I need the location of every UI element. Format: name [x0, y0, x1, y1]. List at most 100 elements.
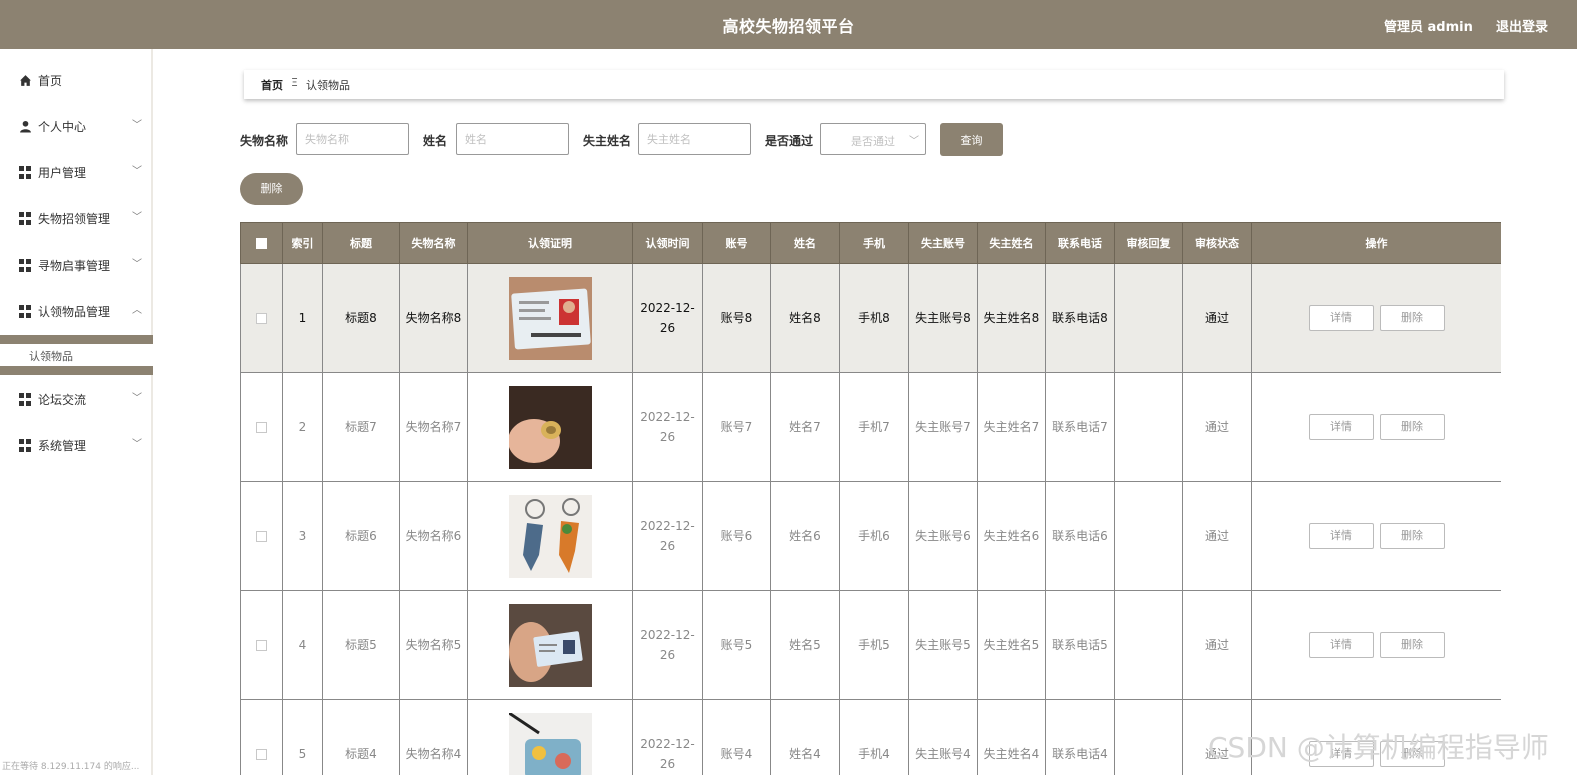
name-input[interactable] — [456, 123, 569, 155]
chevron-down-icon: ﹀ — [132, 166, 142, 177]
batch-delete-button[interactable]: 删除 — [240, 173, 303, 205]
column-header: 认领证明 — [467, 222, 633, 264]
index-cell: 5 — [282, 699, 323, 775]
actions-cell: 详情 删除 — [1251, 590, 1501, 700]
column-header: 操作 — [1251, 222, 1501, 264]
column-header: 联系电话 — [1045, 222, 1115, 264]
sidebar-item-system-management[interactable]: 系统管理 ﹀ — [0, 431, 153, 461]
review-status-cell: 通过 — [1182, 481, 1252, 591]
title-cell: 标题7 — [322, 372, 400, 482]
review-reply-cell — [1114, 699, 1183, 775]
proof-image-cell — [467, 263, 633, 373]
actions-cell: 详情 删除 — [1251, 263, 1501, 373]
claim-time-cell: 2022-12-26 — [632, 372, 703, 482]
sidebar-subitem-claimed-items[interactable]: 认领物品 — [0, 344, 153, 366]
table-row[interactable]: 3 标题6 失物名称6 2022-12-26 账号6 姓名6 手机6 失主账号6 失主姓名6 联系… — [240, 481, 1501, 591]
top-header: 高校失物招领平台 管理员 admin 退出登录 — [0, 0, 1577, 49]
table-row[interactable]: 2 标题7 失物名称7 2022-12-26 账号7 姓名7 手机7 失主账号7 失主姓名7 联系… — [240, 372, 1501, 482]
owner-name-cell: 失主姓名4 — [977, 699, 1046, 775]
row-checkbox[interactable] — [256, 640, 267, 651]
detail-button[interactable]: 详情 — [1308, 305, 1374, 331]
phone-cell: 手机6 — [839, 481, 909, 591]
row-checkbox[interactable] — [256, 531, 267, 542]
row-delete-button[interactable]: 删除 — [1379, 414, 1445, 440]
sidebar-item-lost-found-management[interactable]: 失物招领管理 ﹀ — [0, 204, 153, 234]
title-cell: 标题8 — [322, 263, 400, 373]
grid-icon — [19, 166, 32, 179]
proof-image[interactable] — [508, 603, 592, 687]
proof-image-cell — [467, 372, 633, 482]
column-header: 标题 — [322, 222, 400, 264]
lost-name-label: 失物名称 — [240, 134, 289, 148]
row-delete-button[interactable]: 删除 — [1379, 632, 1445, 658]
proof-image[interactable] — [508, 712, 592, 775]
sidebar-item-user-management[interactable]: 用户管理 ﹀ — [0, 158, 153, 188]
lost-name-cell: 失物名称4 — [399, 699, 468, 775]
admin-label[interactable]: 管理员 admin — [1384, 16, 1473, 35]
index-cell: 1 — [282, 263, 323, 373]
sidebar-item-label: 系统管理 — [38, 439, 87, 453]
row-checkbox[interactable] — [256, 749, 267, 760]
approved-select[interactable]: 是否通过 ﹀ — [820, 123, 926, 155]
column-header: 失物名称 — [399, 222, 468, 264]
row-checkbox-cell — [240, 481, 283, 591]
lost-name-input[interactable] — [296, 123, 409, 155]
sidebar-item-label: 寻物启事管理 — [38, 259, 111, 273]
row-checkbox-cell — [240, 263, 283, 373]
owner-name-cell: 失主姓名5 — [977, 590, 1046, 700]
lost-name-cell: 失物名称8 — [399, 263, 468, 373]
index-cell: 3 — [282, 481, 323, 591]
chevron-down-icon: ﹀ — [132, 120, 142, 131]
review-reply-cell — [1114, 372, 1183, 482]
contact-phone-cell: 联系电话7 — [1045, 372, 1115, 482]
lost-name-cell: 失物名称5 — [399, 590, 468, 700]
sidebar-item-home[interactable]: 首页 — [0, 66, 153, 96]
owner-account-cell: 失主账号4 — [908, 699, 978, 775]
name-cell: 姓名7 — [770, 372, 840, 482]
owner-name-cell: 失主姓名6 — [977, 481, 1046, 591]
lost-name-cell: 失物名称7 — [399, 372, 468, 482]
proof-image[interactable] — [508, 276, 592, 360]
table-row[interactable]: 1 标题8 失物名称8 2022-12-26 账号8 姓名8 手机8 失主账号8 失主姓名8 联系… — [240, 263, 1501, 373]
phone-cell: 手机8 — [839, 263, 909, 373]
row-delete-button[interactable]: 删除 — [1379, 305, 1445, 331]
lost-name-cell: 失物名称6 — [399, 481, 468, 591]
claim-time-cell: 2022-12-26 — [632, 263, 703, 373]
account-cell: 账号6 — [702, 481, 771, 591]
sidebar-item-forum[interactable]: 论坛交流 ﹀ — [0, 385, 153, 415]
detail-button[interactable]: 详情 — [1308, 414, 1374, 440]
grid-icon — [19, 439, 32, 452]
name-label: 姓名 — [423, 134, 448, 148]
table-row[interactable]: 4 标题5 失物名称5 2022-12-26 账号5 姓名5 手机5 失主账号5 失主姓名5 联系… — [240, 590, 1501, 700]
row-delete-button[interactable]: 删除 — [1379, 523, 1445, 549]
chevron-up-icon: ︿ — [132, 305, 142, 316]
query-button[interactable]: 查询 — [940, 123, 1003, 156]
select-all-checkbox[interactable] — [256, 238, 267, 249]
actions-cell: 详情 删除 — [1251, 372, 1501, 482]
proof-image[interactable] — [508, 494, 592, 578]
sidebar-item-lost-notice-management[interactable]: 寻物启事管理 ﹀ — [0, 251, 153, 281]
breadcrumb-home[interactable]: 首页 — [261, 77, 283, 93]
chevron-down-icon: ﹀ — [132, 212, 142, 223]
sidebar-item-claim-management[interactable]: 认领物品管理 ︿ — [0, 297, 153, 327]
sidebar-item-personal-center[interactable]: 个人中心 ﹀ — [0, 112, 153, 142]
detail-button[interactable]: 详情 — [1308, 632, 1374, 658]
account-cell: 账号5 — [702, 590, 771, 700]
grid-icon — [19, 259, 32, 272]
logout-button[interactable]: 退出登录 — [1496, 16, 1548, 35]
proof-image[interactable] — [508, 385, 592, 469]
review-status-cell: 通过 — [1182, 590, 1252, 700]
row-checkbox[interactable] — [256, 422, 267, 433]
detail-button[interactable]: 详情 — [1308, 523, 1374, 549]
select-all-header[interactable] — [240, 222, 283, 264]
owner-name-input[interactable] — [638, 123, 751, 155]
review-reply-cell — [1114, 481, 1183, 591]
chevron-down-icon: ﹀ — [909, 136, 919, 147]
proof-image-cell — [467, 590, 633, 700]
proof-image-cell — [467, 481, 633, 591]
column-header: 姓名 — [770, 222, 840, 264]
contact-phone-cell: 联系电话8 — [1045, 263, 1115, 373]
phone-cell: 手机4 — [839, 699, 909, 775]
account-cell: 账号4 — [702, 699, 771, 775]
row-checkbox[interactable] — [256, 313, 267, 324]
